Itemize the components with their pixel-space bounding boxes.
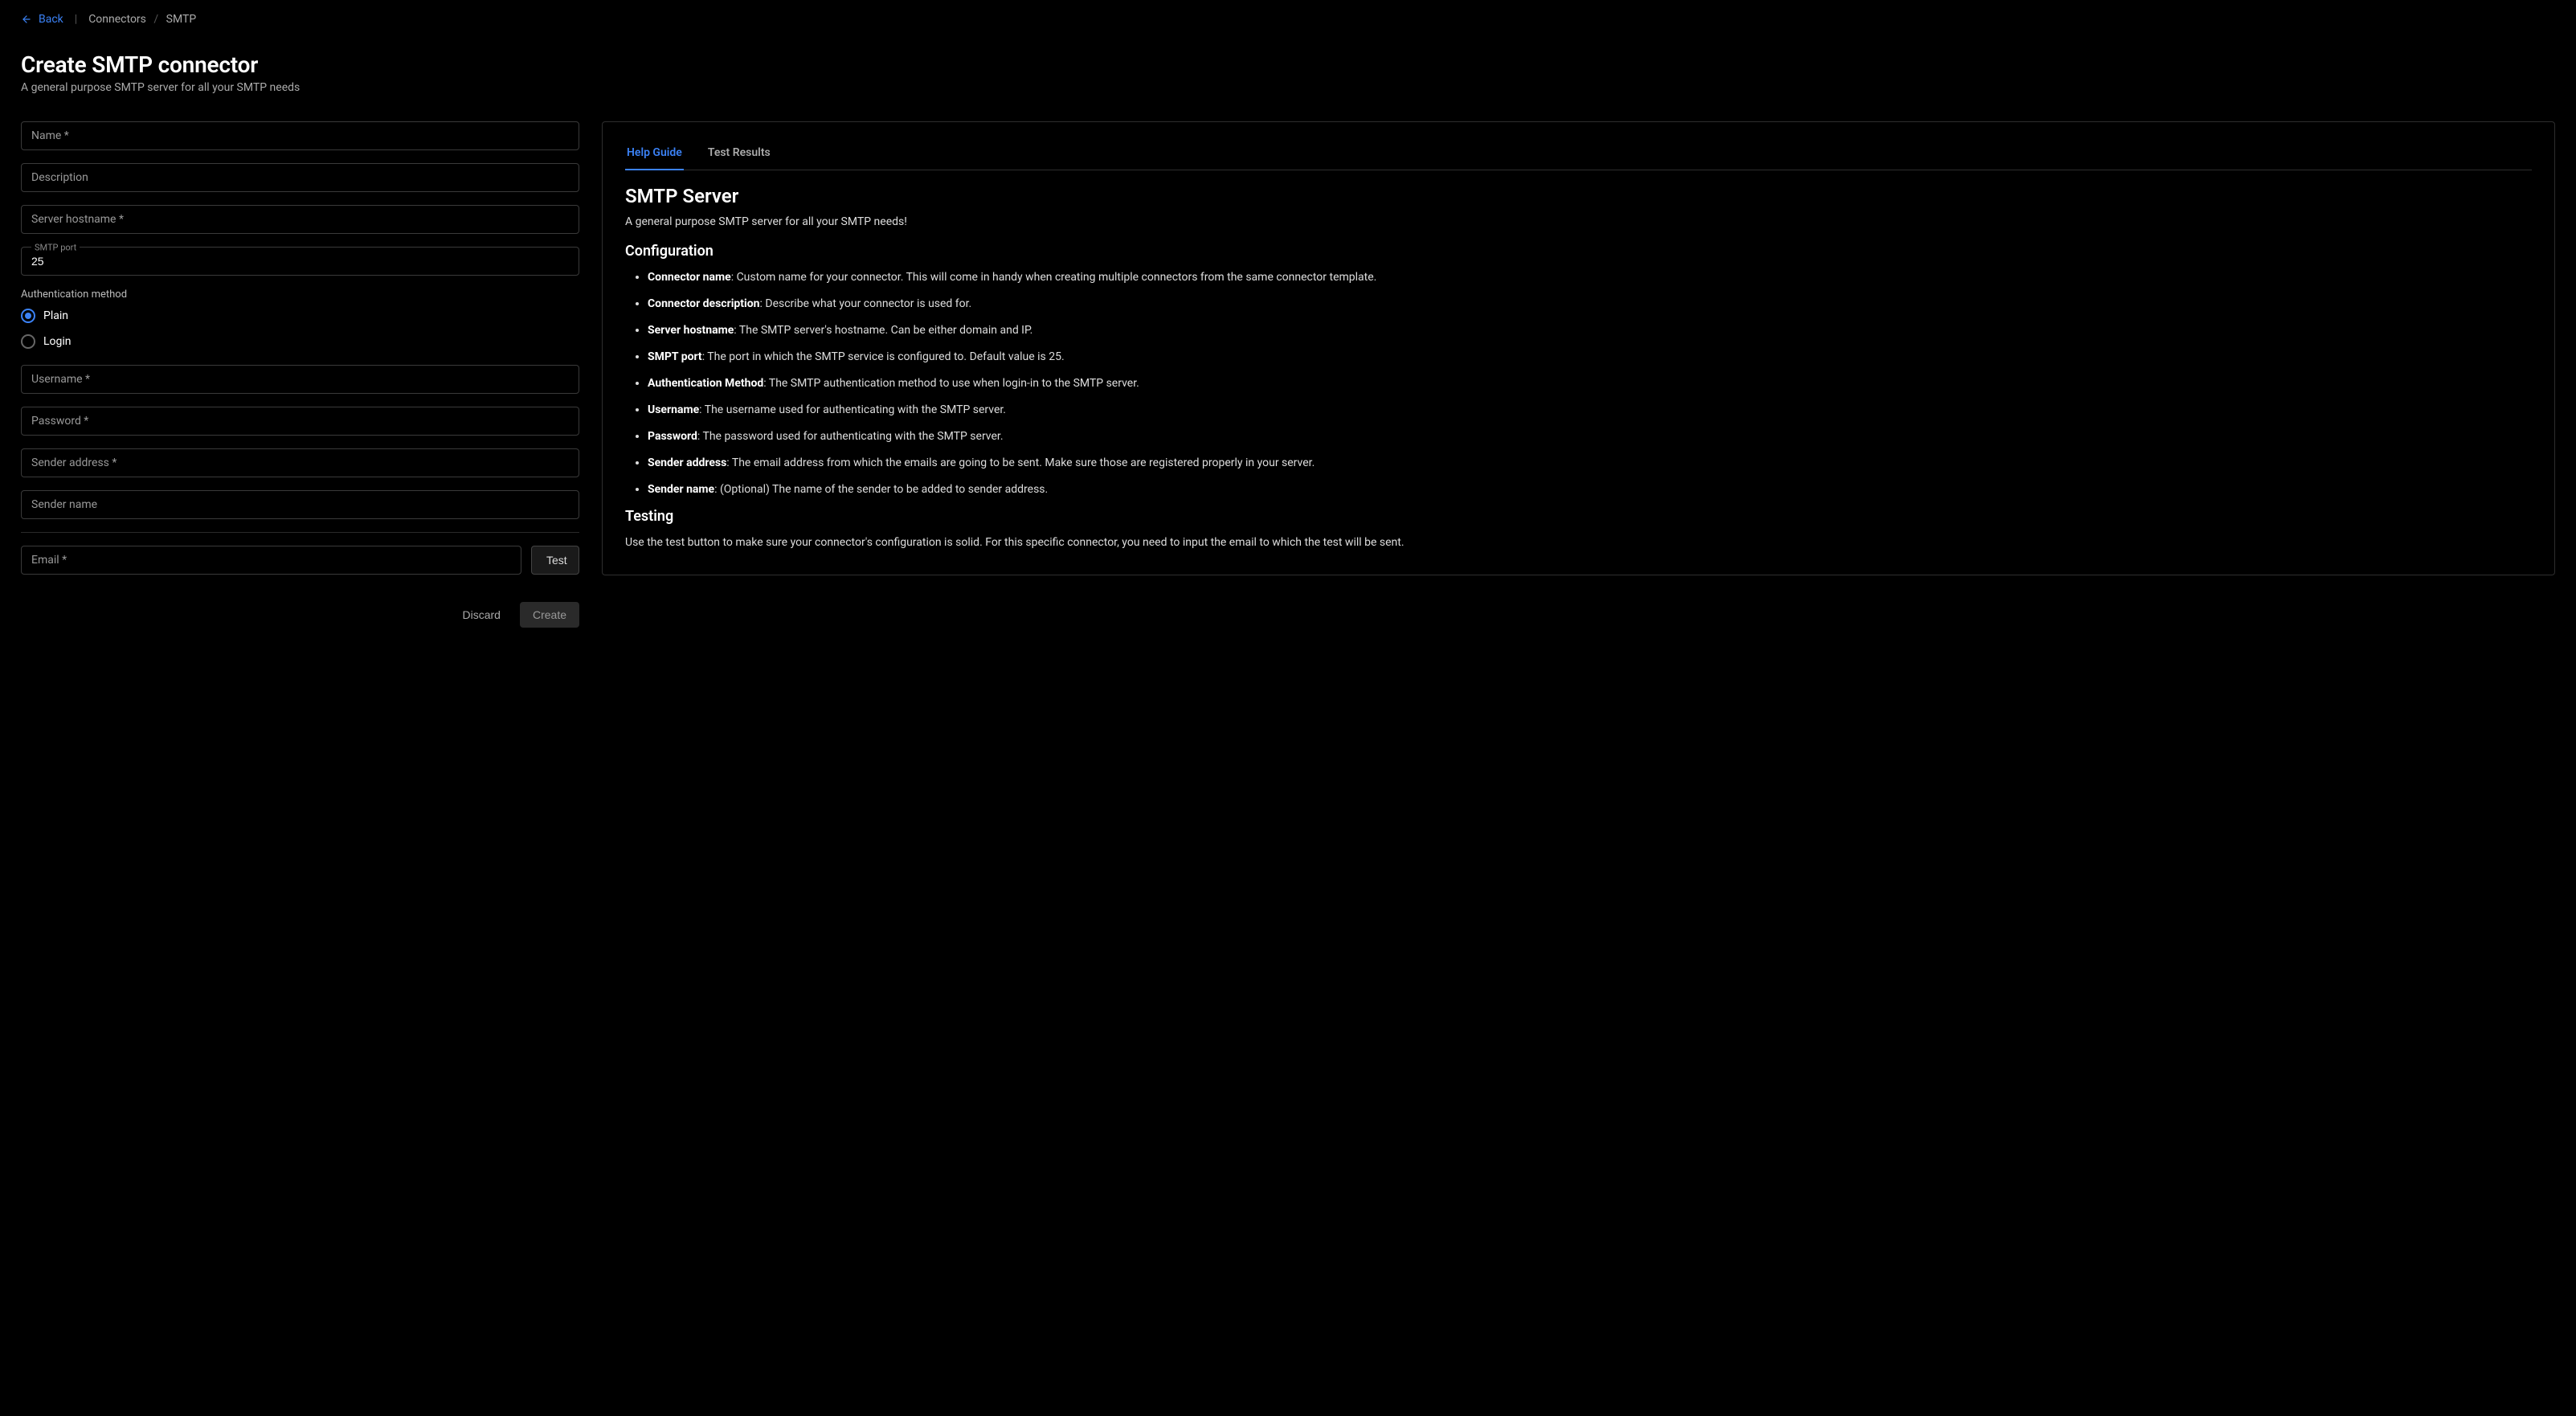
help-item: Username: The username used for authenti… — [648, 402, 2532, 419]
page-subtitle: A general purpose SMTP server for all yo… — [21, 81, 2555, 94]
sender-name-field-container: Sender name — [21, 490, 579, 519]
sender-address-field-container: Sender address * — [21, 448, 579, 477]
breadcrumb-current: SMTP — [166, 13, 197, 26]
help-item: Server hostname: The SMTP server's hostn… — [648, 322, 2532, 339]
tab-help-guide[interactable]: Help Guide — [625, 138, 684, 170]
auth-plain-label: Plain — [43, 309, 68, 322]
help-item-desc: : Custom name for your connector. This w… — [731, 271, 1377, 284]
help-item: Authentication Method: The SMTP authenti… — [648, 375, 2532, 392]
auth-login-radio[interactable]: Login — [21, 334, 579, 349]
description-field-container: Description — [21, 163, 579, 192]
arrow-left-icon — [21, 14, 32, 25]
back-button[interactable]: Back — [21, 13, 63, 26]
username-field-container: Username * — [21, 365, 579, 394]
help-item: Sender address: The email address from w… — [648, 455, 2532, 472]
page-title: Create SMTP connector — [21, 51, 2555, 78]
help-item-desc: : The password used for authenticating w… — [697, 430, 1004, 443]
tab-test-results[interactable]: Test Results — [706, 138, 772, 170]
test-email-field-container: Email * — [21, 546, 521, 575]
help-item: Sender name: (Optional) The name of the … — [648, 481, 2532, 498]
help-item-term: Password — [648, 430, 697, 443]
help-title: SMTP Server — [625, 185, 2532, 207]
name-field-container: Name * — [21, 121, 579, 150]
help-item-term: Sender address — [648, 456, 726, 469]
breadcrumb-connectors[interactable]: Connectors — [88, 13, 146, 26]
help-item: Password: The password used for authenti… — [648, 428, 2532, 445]
help-item-term: Username — [648, 403, 699, 416]
back-label: Back — [39, 13, 63, 26]
password-input[interactable] — [22, 407, 579, 435]
breadcrumb-separator: / — [153, 13, 158, 26]
help-item-desc: : The username used for authenticating w… — [699, 403, 1006, 416]
port-field-container: SMTP port — [21, 247, 579, 276]
help-item: Connector name: Custom name for your con… — [648, 269, 2532, 286]
hostname-field-container: Server hostname * — [21, 205, 579, 234]
help-testing-body: Use the test button to make sure your co… — [625, 534, 2532, 552]
breadcrumb: Connectors / SMTP — [88, 13, 196, 26]
help-item-term: Server hostname — [648, 324, 734, 337]
help-lead: A general purpose SMTP server for all yo… — [625, 215, 2532, 228]
password-field-container: Password * — [21, 407, 579, 436]
help-item-term: Connector name — [648, 271, 731, 284]
radio-unchecked-icon — [21, 334, 35, 349]
help-testing-heading: Testing — [625, 508, 2532, 525]
help-item-desc: : The port in which the SMTP service is … — [702, 350, 1065, 363]
help-item-desc: : The SMTP server's hostname. Can be eit… — [734, 324, 1032, 337]
name-input[interactable] — [22, 122, 579, 149]
hostname-input[interactable] — [22, 206, 579, 233]
help-item-term: Authentication Method — [648, 377, 763, 390]
auth-method-group-label: Authentication method — [21, 289, 579, 301]
nav-divider: | — [75, 13, 77, 26]
help-config-list: Connector name: Custom name for your con… — [625, 269, 2532, 498]
radio-checked-icon — [21, 309, 35, 323]
auth-login-label: Login — [43, 335, 72, 348]
description-input[interactable] — [22, 164, 579, 191]
help-item-desc: : The SMTP authentication method to use … — [763, 377, 1139, 390]
sender-name-input[interactable] — [22, 491, 579, 518]
help-item-desc: : Describe what your connector is used f… — [760, 297, 972, 310]
test-email-input[interactable] — [22, 546, 521, 574]
form-divider — [21, 532, 579, 533]
discard-button[interactable]: Discard — [453, 602, 510, 628]
help-item: SMPT port: The port in which the SMTP se… — [648, 349, 2532, 366]
help-item: Connector description: Describe what you… — [648, 296, 2532, 313]
help-config-heading: Configuration — [625, 243, 2532, 260]
help-item-desc: : (Optional) The name of the sender to b… — [714, 483, 1048, 496]
port-input[interactable] — [22, 248, 579, 275]
help-item-term: SMPT port — [648, 350, 702, 363]
help-item-term: Connector description — [648, 297, 760, 310]
test-button[interactable]: Test — [531, 546, 579, 575]
help-item-desc: : The email address from which the email… — [726, 456, 1315, 469]
create-button[interactable]: Create — [520, 602, 579, 628]
auth-plain-radio[interactable]: Plain — [21, 309, 579, 323]
username-input[interactable] — [22, 366, 579, 393]
help-item-term: Sender name — [648, 483, 714, 496]
sender-address-input[interactable] — [22, 449, 579, 477]
